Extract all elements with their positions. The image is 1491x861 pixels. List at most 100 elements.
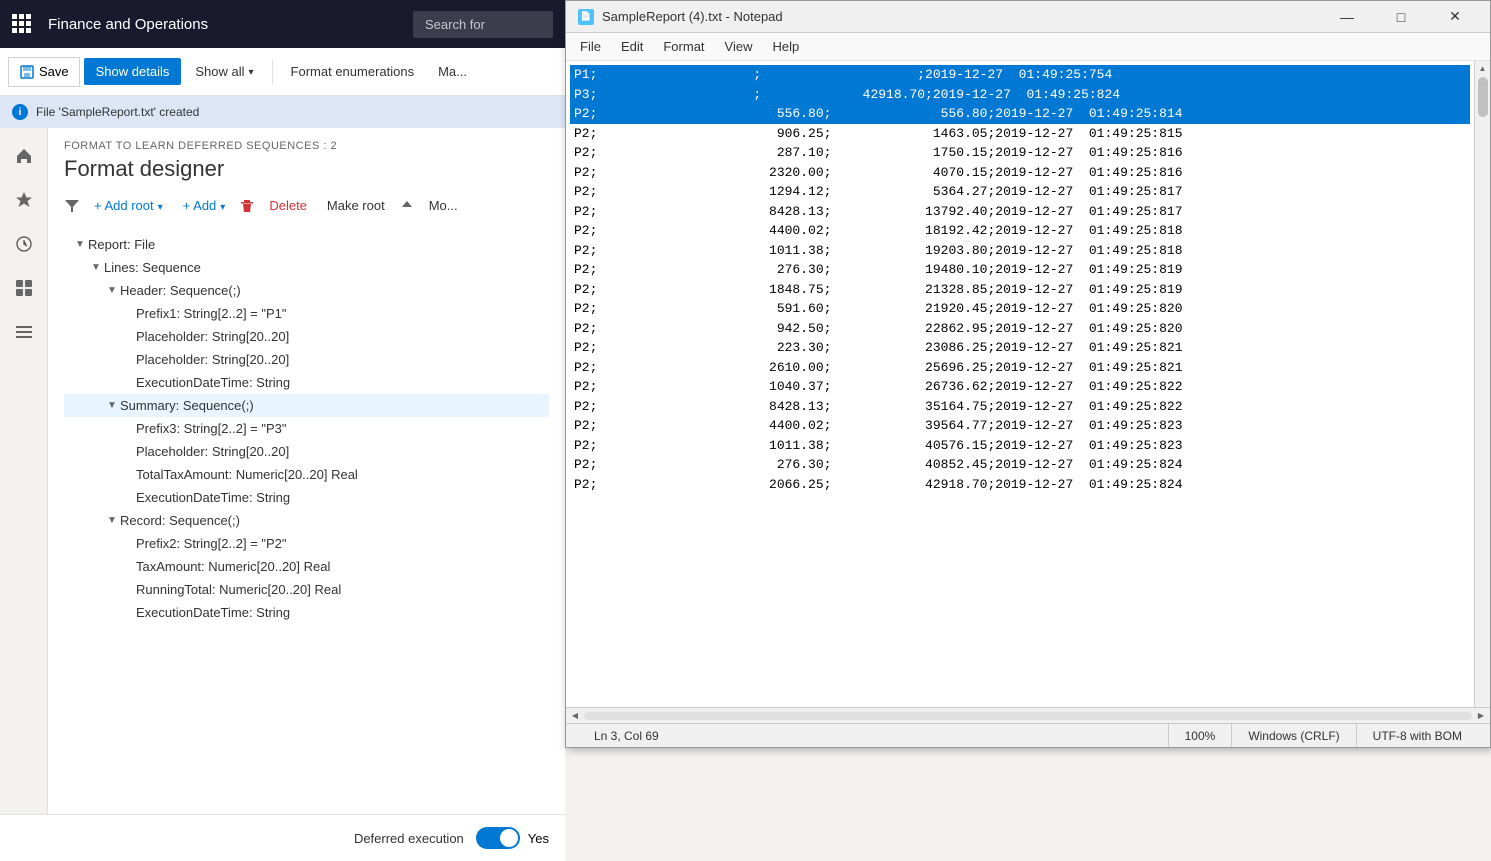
tree-label: Placeholder: String[20..20] [136,329,289,344]
tree-label: RunningTotal: Numeric[20..20] Real [136,582,341,597]
np-line: P2; 276.30; 19480.10;2019-12-27 01:49:25… [570,260,1470,280]
np-line-text: P2; 1011.38; 40576.15;2019-12-27 01:49:2… [570,436,1470,456]
np-line: P2; 1040.37; 26736.62;2019-12-27 01:49:2… [570,377,1470,397]
map-button[interactable]: Ma... [428,58,477,85]
np-hscroll-track[interactable] [584,712,1472,720]
np-scroll-up-btn[interactable]: ▲ [1476,61,1490,75]
search-input[interactable] [413,11,553,38]
tree-label: TotalTaxAmount: Numeric[20..20] Real [136,467,358,482]
save-button[interactable]: Save [8,57,80,87]
format-enumerations-button[interactable]: Format enumerations [281,58,425,85]
deferred-toggle[interactable]: Yes [476,827,549,849]
tree-item[interactable]: Placeholder: String[20..20] [64,325,549,348]
np-line-text: P2; 287.10; 1750.15;2019-12-27 01:49:25:… [570,143,1470,163]
tree-label: Record: Sequence(;) [120,513,240,528]
np-line-text: P2; 1848.75; 21328.85;2019-12-27 01:49:2… [570,280,1470,300]
np-line: P2; 2610.00; 25696.25;2019-12-27 01:49:2… [570,358,1470,378]
np-line: P2; 2066.25; 42918.70;2019-12-27 01:49:2… [570,475,1470,495]
np-scroll-thumb[interactable] [1478,77,1488,117]
tree-item[interactable]: RunningTotal: Numeric[20..20] Real [64,578,549,601]
tree-label: ExecutionDateTime: String [136,375,290,390]
tree-item[interactable]: ExecutionDateTime: String [64,371,549,394]
tree-item[interactable]: ▼Report: File [64,233,549,256]
fo-sidebar [0,128,48,814]
np-menu-file[interactable]: File [570,35,611,58]
tree-item[interactable]: Placeholder: String[20..20] [64,348,549,371]
save-label: Save [39,64,69,79]
tree-item[interactable]: Placeholder: String[20..20] [64,440,549,463]
tree-item[interactable]: ExecutionDateTime: String [64,601,549,624]
sidebar-item-home[interactable] [4,136,44,176]
np-menu-view[interactable]: View [715,35,763,58]
np-line-text: P2; 8428.13; 13792.40;2019-12-27 01:49:2… [570,202,1470,222]
np-scroll-left-btn[interactable]: ◀ [568,709,582,723]
np-line-text: P2; 1294.12; 5364.27;2019-12-27 01:49:25… [570,182,1470,202]
toggle-switch[interactable] [476,827,520,849]
np-scroll-right-btn[interactable]: ▶ [1474,709,1488,723]
tree-label: Header: Sequence(;) [120,283,241,298]
tree-item[interactable]: ▼Record: Sequence(;) [64,509,549,532]
np-titlebar: 📄 SampleReport (4).txt - Notepad — □ ✕ [566,1,1490,33]
np-line: P2; 942.50; 22862.95;2019-12-27 01:49:25… [570,319,1470,339]
np-menu-edit[interactable]: Edit [611,35,653,58]
tree-item[interactable]: ▼Header: Sequence(;) [64,279,549,302]
notepad-window: 📄 SampleReport (4).txt - Notepad — □ ✕ F… [565,0,1491,748]
np-line-text: P2; 2320.00; 4070.15;2019-12-27 01:49:25… [570,163,1470,183]
make-root-button[interactable]: Make root [321,194,391,217]
np-line: P2; 276.30; 40852.45;2019-12-27 01:49:25… [570,455,1470,475]
np-menu-format[interactable]: Format [653,35,714,58]
tree-label: Prefix3: String[2..2] = "P3" [136,421,287,436]
add-button[interactable]: + Add [177,194,232,217]
np-line-text: P2; 1040.37; 26736.62;2019-12-27 01:49:2… [570,377,1470,397]
np-minimize-button[interactable]: — [1324,1,1370,33]
delete-label: Delete [269,198,307,213]
delete-button[interactable]: Delete [263,194,313,217]
sidebar-item-recent[interactable] [4,224,44,264]
np-line-text: P2; 276.30; 19480.10;2019-12-27 01:49:25… [570,260,1470,280]
show-all-button[interactable]: Show all [185,58,263,85]
np-encoding: UTF-8 with BOM [1357,724,1478,747]
tree-item[interactable]: ExecutionDateTime: String [64,486,549,509]
np-line-text: P2; 942.50; 22862.95;2019-12-27 01:49:25… [570,319,1470,339]
np-line-text: P2; 4400.02; 39564.77;2019-12-27 01:49:2… [570,416,1470,436]
tree-label: Prefix1: String[2..2] = "P1" [136,306,287,321]
clock-icon [14,234,34,254]
sidebar-item-dashboard[interactable] [4,268,44,308]
tree-item[interactable]: Prefix2: String[2..2] = "P2" [64,532,549,555]
sidebar-item-favorites[interactable] [4,180,44,220]
breadcrumb: FORMAT TO LEARN DEFERRED SEQUENCES : 2 [64,140,549,152]
tree-item[interactable]: TaxAmount: Numeric[20..20] Real [64,555,549,578]
show-details-button[interactable]: Show details [84,58,182,85]
page-title: Format designer [64,156,549,182]
tree-label: Prefix2: String[2..2] = "P2" [136,536,287,551]
toggle-label: Yes [528,831,549,846]
np-text-content: P1; ; ;2019-12-27 01:49:25:754P3; ; 4291… [566,61,1474,707]
np-line-text: P2; 276.30; 40852.45;2019-12-27 01:49:25… [570,455,1470,475]
add-chevron [220,198,225,213]
np-line: P2; 1848.75; 21328.85;2019-12-27 01:49:2… [570,280,1470,300]
tree-label: ExecutionDateTime: String [136,490,290,505]
np-maximize-button[interactable]: □ [1378,1,1424,33]
np-content[interactable]: P1; ; ;2019-12-27 01:49:25:754P3; ; 4291… [566,61,1474,707]
np-statusbar: Ln 3, Col 69 100% Windows (CRLF) UTF-8 w… [566,723,1490,747]
np-menu-help[interactable]: Help [762,35,809,58]
add-root-button[interactable]: + Add root [88,194,169,217]
tree-label: Placeholder: String[20..20] [136,444,289,459]
tree-item[interactable]: ▼Summary: Sequence(;) [64,394,549,417]
np-line: P2; 906.25; 1463.05;2019-12-27 01:49:25:… [570,124,1470,144]
np-vscrollbar[interactable]: ▲ [1474,61,1490,707]
move-button[interactable]: Mo... [423,194,464,217]
np-content-area: P1; ; ;2019-12-27 01:49:25:754P3; ; 4291… [566,61,1490,707]
tree-label: Lines: Sequence [104,260,201,275]
np-line: P1; ; ;2019-12-27 01:49:25:754 [570,65,1470,85]
tree-item[interactable]: Prefix1: String[2..2] = "P1" [64,302,549,325]
sidebar-item-list[interactable] [4,312,44,352]
app-grid-icon[interactable] [12,14,32,34]
tree-item[interactable]: TotalTaxAmount: Numeric[20..20] Real [64,463,549,486]
np-hscrollbar[interactable]: ◀ ▶ [566,707,1490,723]
tree-item[interactable]: Prefix3: String[2..2] = "P3" [64,417,549,440]
tree-item[interactable]: ▼Lines: Sequence [64,256,549,279]
np-close-button[interactable]: ✕ [1432,1,1478,33]
np-line-text: P1; ; ;2019-12-27 01:49:25:754 [570,65,1470,85]
format-toolbar: + Add root + Add Delete Make root Mo... [64,194,549,217]
